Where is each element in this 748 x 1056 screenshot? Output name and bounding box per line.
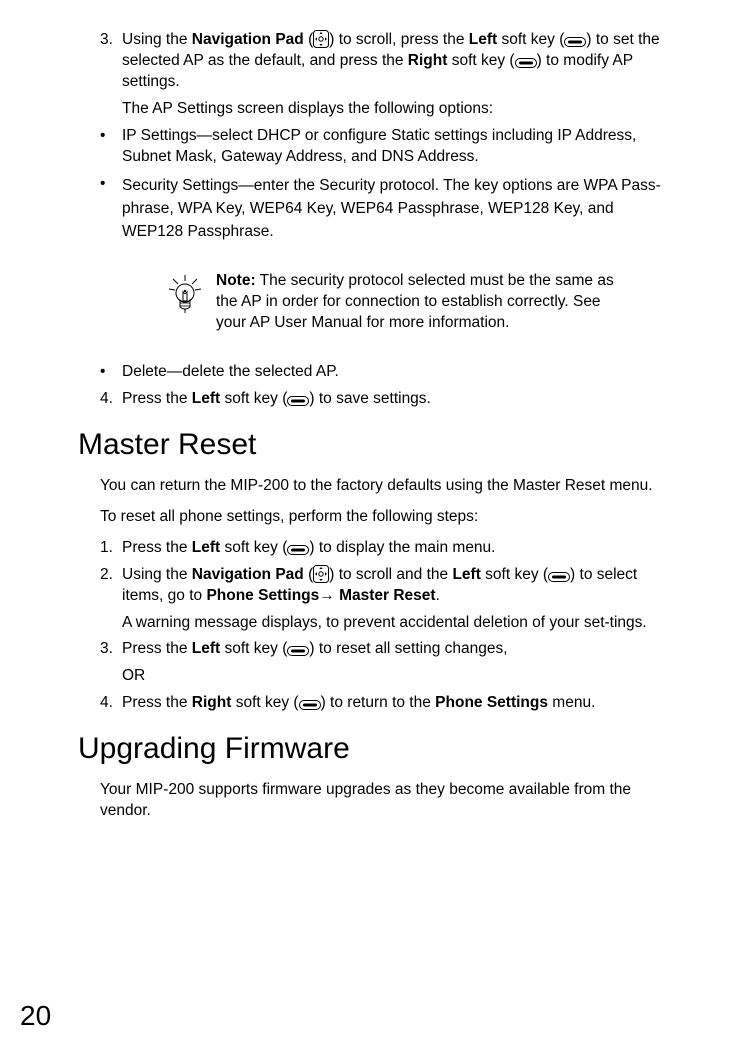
step-3: 3. Using the Navigation Pad ( ) to scroll… [100, 30, 678, 120]
master-lead: To reset all phone settings, perform the… [100, 507, 678, 528]
bullet-mark: • [100, 126, 122, 168]
text: Press the [122, 539, 192, 556]
step-number: 4. [100, 693, 122, 714]
soft-key-icon [287, 396, 309, 406]
or-text: OR [122, 666, 678, 687]
step-body: Using the Navigation Pad ( ) to scroll, p… [122, 30, 678, 120]
text: soft key ( [497, 31, 564, 48]
master-intro: You can return the MIP-200 to the factor… [100, 476, 678, 497]
text: ) to scroll, press the [329, 31, 469, 48]
master-step-4: 4. Press the Right soft key ( ) to return… [100, 693, 678, 714]
text: ( [304, 31, 313, 48]
note-box: Note: The security protocol selected mus… [154, 271, 618, 334]
body-column: Your MIP-200 supports firmware upgrades … [100, 780, 678, 822]
step-body: Press the Left soft key ( ) to save setti… [122, 389, 678, 410]
body-column: You can return the MIP-200 to the factor… [100, 476, 678, 714]
body-column: 3. Using the Navigation Pad ( ) to scroll… [100, 30, 678, 410]
text: . [436, 587, 440, 604]
soft-key-icon [287, 646, 309, 656]
text: soft key ( [481, 566, 548, 583]
bold-right: Right [408, 52, 448, 69]
step-number: 4. [100, 389, 122, 410]
bold-left: Left [192, 640, 220, 657]
soft-key-icon [287, 545, 309, 555]
bullet-mark: • [100, 362, 122, 383]
bullet-security-settings: • Security Settings—enter the Security p… [100, 174, 678, 244]
master-step-1: 1. Press the Left soft key ( ) to display… [100, 538, 678, 559]
text: ) to return to the [321, 694, 436, 711]
bold-nav-pad: Navigation Pad [192, 31, 304, 48]
step-number: 3. [100, 639, 122, 687]
step-number: 2. [100, 565, 122, 634]
bullet-mark: • [100, 174, 122, 244]
step-number: 1. [100, 538, 122, 559]
bullet-ip-settings: • IP Settings—select DHCP or configure S… [100, 126, 678, 168]
heading-master-reset: Master Reset [78, 428, 688, 462]
step-body: Press the Left soft key ( ) to display th… [122, 538, 678, 559]
lightbulb-icon [165, 273, 205, 315]
text: soft key ( [220, 640, 287, 657]
bold-phone-settings: Phone Settings [206, 587, 319, 604]
bold-phone-settings: Phone Settings [435, 694, 548, 711]
step-follow: The AP Settings screen displays the foll… [122, 99, 678, 120]
bold-left: Left [192, 539, 220, 556]
step-body: Press the Left soft key ( ) to reset all … [122, 639, 678, 687]
text: ) to scroll and the [329, 566, 452, 583]
upgrade-intro: Your MIP-200 supports firmware upgrades … [100, 780, 678, 822]
text: ) to reset all setting changes, [309, 640, 507, 657]
text: ( [304, 566, 313, 583]
text: Press the [122, 694, 192, 711]
bold-right: Right [192, 694, 232, 711]
text: Using the [122, 566, 192, 583]
bullet-delete: • Delete—delete the selected AP. [100, 362, 678, 383]
page-number: 20 [20, 1000, 51, 1032]
text: soft key ( [220, 539, 287, 556]
text: soft key ( [220, 390, 287, 407]
bullet-text: Delete—delete the selected AP. [122, 362, 678, 383]
text: soft key ( [231, 694, 298, 711]
text: menu. [548, 694, 595, 711]
note-body: The security protocol selected must be t… [216, 272, 614, 331]
note-label: Note: [216, 272, 256, 289]
page: 3. Using the Navigation Pad ( ) to scroll… [0, 0, 748, 1056]
soft-key-icon [548, 572, 570, 582]
text: ) to display the main menu. [309, 539, 495, 556]
text: Using the [122, 31, 192, 48]
soft-key-icon [299, 700, 321, 710]
soft-key-icon [564, 37, 586, 47]
bold-master-reset: Master Reset [339, 587, 436, 604]
step-body: Using the Navigation Pad ( ) to scroll an… [122, 565, 678, 634]
master-step-3: 3. Press the Left soft key ( ) to reset a… [100, 639, 678, 687]
master-step-2: 2. Using the Navigation Pad ( ) to scroll… [100, 565, 678, 634]
note-icon-col [154, 271, 216, 315]
bold-nav-pad: Navigation Pad [192, 566, 304, 583]
bold-left: Left [192, 390, 220, 407]
step-follow: A warning message displays, to prevent a… [122, 613, 678, 634]
text: ) to save settings. [309, 390, 430, 407]
soft-key-icon [515, 58, 537, 68]
step-4: 4. Press the Left soft key ( ) to save se… [100, 389, 678, 410]
heading-upgrading-firmware: Upgrading Firmware [78, 732, 688, 766]
bold-left: Left [452, 566, 480, 583]
nav-pad-icon [313, 30, 329, 48]
bullet-text: Security Settings—enter the Security pro… [122, 174, 678, 244]
step-body: Press the Right soft key ( ) to return to… [122, 693, 678, 714]
text: Press the [122, 640, 192, 657]
note-text: Note: The security protocol selected mus… [216, 271, 618, 334]
arrow: → [319, 587, 339, 604]
text: soft key ( [447, 52, 514, 69]
nav-pad-icon [313, 565, 329, 583]
bullet-text: IP Settings—select DHCP or configure Sta… [122, 126, 678, 168]
text: Press the [122, 390, 192, 407]
bold-left: Left [469, 31, 497, 48]
step-number: 3. [100, 30, 122, 120]
